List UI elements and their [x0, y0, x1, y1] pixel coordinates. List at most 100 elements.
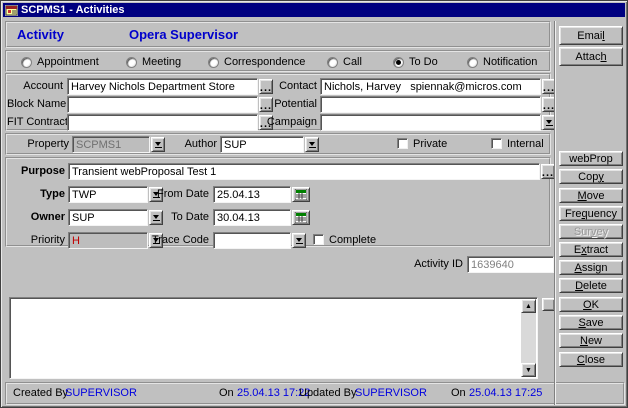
assign-button[interactable]: Assign [559, 260, 623, 275]
internal-checkbox[interactable] [491, 138, 502, 149]
author-input[interactable] [220, 136, 304, 153]
survey-button: Survey [559, 224, 623, 239]
radio-correspondence[interactable]: Correspondence [208, 56, 305, 68]
chevron-down-icon [309, 142, 315, 146]
private-label: Private [413, 136, 447, 153]
campaign-label: Campaign [261, 114, 317, 131]
radio-label: Meeting [142, 56, 181, 68]
updated-on-value: 25.04.13 17:25 [469, 387, 542, 399]
detail-panel: Purpose ... Type From Date Owner To Date [5, 157, 551, 247]
owner-label: Owner [7, 209, 65, 226]
title-bar[interactable]: SCPMS1 - Activities [3, 3, 625, 17]
internal-label: Internal [507, 136, 544, 153]
type-label: Type [7, 186, 65, 203]
complete-checkbox[interactable] [313, 234, 324, 245]
created-by-value: SUPERVISOR [65, 387, 137, 399]
created-by-label: Created By [13, 387, 68, 399]
fit-contract-label: FIT Contract [7, 114, 63, 131]
scroll-down-icon[interactable]: ▼ [521, 363, 536, 377]
potential-input[interactable] [320, 96, 541, 113]
updated-by-label: Updated By [299, 387, 356, 399]
account-input[interactable] [67, 78, 258, 95]
author-dropdown-button[interactable] [305, 137, 319, 152]
radio-appointment[interactable]: Appointment [21, 56, 99, 68]
account-label: Account [7, 78, 63, 95]
block-name-input[interactable] [67, 96, 258, 113]
new-button[interactable]: New [559, 333, 623, 348]
from-date-label: From Date [147, 186, 209, 203]
calendar-icon [295, 189, 307, 200]
radio-icon [393, 57, 404, 68]
private-checkbox[interactable] [397, 138, 408, 149]
type-input[interactable] [68, 186, 148, 203]
trace-code-dropdown-button[interactable] [292, 233, 306, 248]
radio-icon [126, 57, 137, 68]
campaign-input[interactable] [320, 114, 541, 131]
radio-icon [327, 57, 338, 68]
radio-notification[interactable]: Notification [467, 56, 537, 68]
property-label: Property [15, 136, 69, 153]
header-panel: Activity Opera Supervisor [5, 21, 551, 48]
to-date-calendar-button[interactable] [292, 210, 310, 225]
radio-icon [208, 57, 219, 68]
to-date-input[interactable] [213, 209, 291, 226]
property-input [72, 136, 150, 153]
radio-icon [21, 57, 32, 68]
extract-button[interactable]: Extract [559, 242, 623, 257]
attach-button[interactable]: Attach [559, 47, 623, 66]
frequency-button[interactable]: Frequency [559, 206, 623, 221]
fit-contract-input[interactable] [67, 114, 258, 131]
move-button[interactable]: Move [559, 188, 623, 203]
page-title: Activity [17, 27, 64, 42]
complete-label: Complete [329, 232, 376, 249]
created-on-label: On [219, 387, 234, 399]
delete-button[interactable]: Delete [559, 278, 623, 293]
trace-code-input[interactable] [213, 232, 291, 249]
purpose-label: Purpose [7, 163, 65, 180]
author-label: Author [167, 136, 217, 153]
email-button[interactable]: Email [559, 26, 623, 45]
activity-type-panel: Appointment Meeting Correspondence Call … [5, 50, 551, 72]
contact-label: Contact [261, 78, 317, 95]
chevron-down-icon [296, 238, 302, 242]
button-column-separator [554, 21, 556, 405]
close-button[interactable]: Close [559, 352, 623, 367]
to-date-label: To Date [147, 209, 209, 226]
trace-code-label: Trace Code [147, 232, 209, 249]
activities-window: SCPMS1 - Activities Activity Opera Super… [0, 0, 628, 408]
save-button[interactable]: Save [559, 315, 623, 330]
priority-input[interactable] [68, 232, 148, 249]
radio-label: Correspondence [224, 56, 305, 68]
ok-button[interactable]: OK [559, 297, 623, 312]
property-panel: Property Author Private Internal [5, 133, 551, 155]
radio-call[interactable]: Call [327, 56, 362, 68]
owner-input[interactable] [68, 209, 148, 226]
radio-icon [467, 57, 478, 68]
application-icon [5, 5, 18, 16]
copy-button[interactable]: Copy [559, 169, 623, 184]
header-user-name: Opera Supervisor [129, 27, 238, 42]
updated-on-label: On [451, 387, 466, 399]
contact-input[interactable] [320, 78, 541, 95]
radio-todo[interactable]: To Do [393, 56, 438, 68]
potential-label: Potential [261, 96, 317, 113]
audit-panel: Created By SUPERVISOR On 25.04.13 17:22 … [5, 382, 625, 405]
priority-label: Priority [7, 232, 65, 249]
calendar-icon [295, 212, 307, 223]
notes-scrollbar[interactable]: ▲ ▼ [521, 299, 536, 377]
purpose-input[interactable] [68, 163, 540, 180]
purpose-lookup-button[interactable]: ... [541, 164, 555, 179]
activity-id-input [467, 256, 554, 273]
radio-label: Call [343, 56, 362, 68]
from-date-calendar-button[interactable] [292, 187, 310, 202]
chevron-down-icon [155, 142, 161, 146]
from-date-input[interactable] [213, 186, 291, 203]
property-dropdown-button[interactable] [151, 137, 165, 152]
scroll-up-icon[interactable]: ▲ [521, 299, 536, 313]
webprop-button[interactable]: webProp [559, 151, 623, 166]
account-panel: Account ... Contact ... Block Name ... P… [5, 73, 551, 131]
block-name-label: Block Name [7, 96, 63, 113]
notes-textarea[interactable]: ▲ ▼ [9, 297, 538, 379]
radio-meeting[interactable]: Meeting [126, 56, 181, 68]
chevron-down-icon [546, 120, 552, 124]
